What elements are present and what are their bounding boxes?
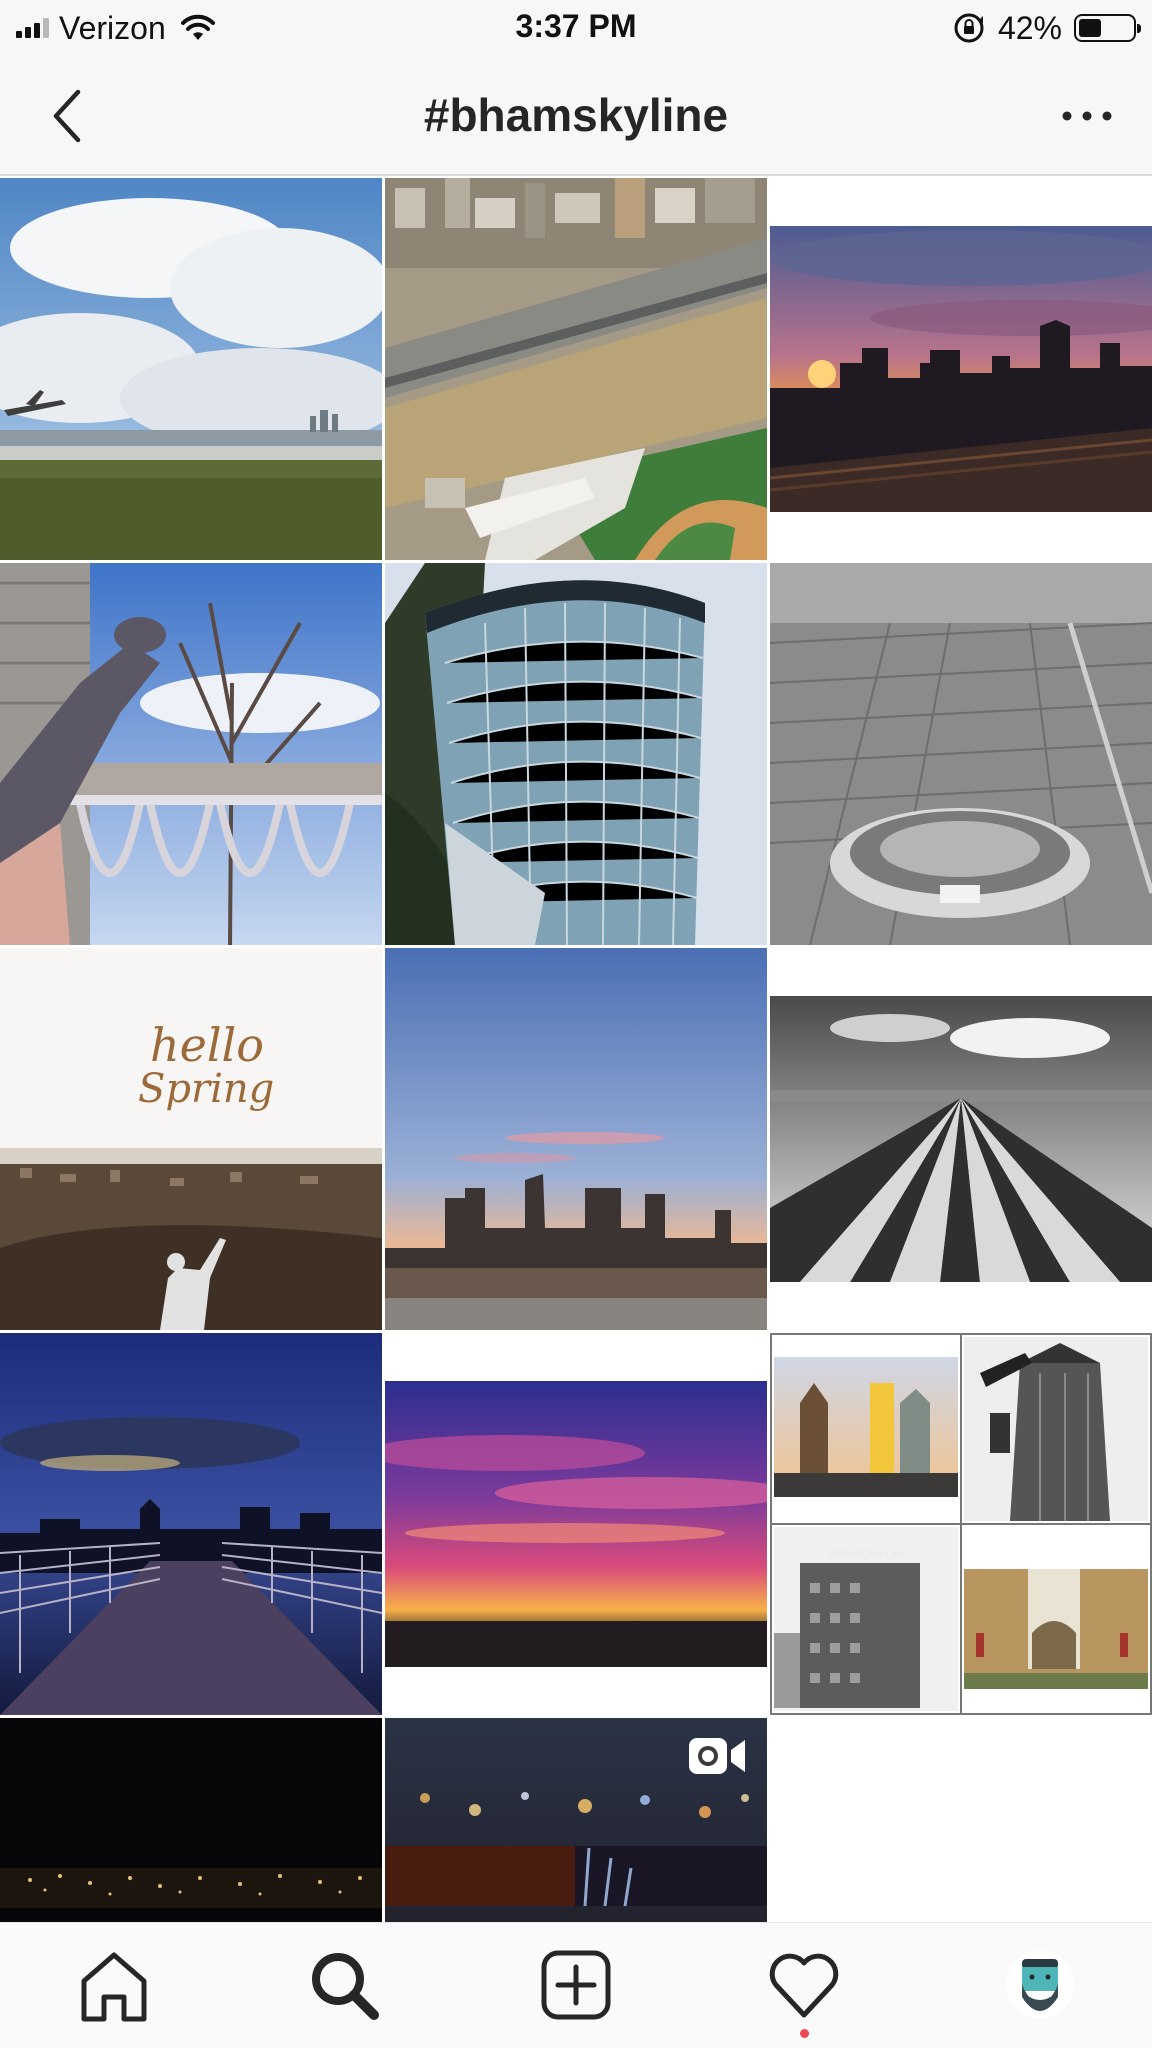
orientation-lock-icon — [954, 13, 984, 43]
search-icon[interactable] — [304, 1945, 384, 2025]
status-right-group: 42% — [952, 8, 1141, 48]
grid-post-purple-sunset[interactable] — [385, 1333, 767, 1715]
bottom-tab-bar — [0, 1922, 1152, 2048]
grid-post-sunset-skyline[interactable] — [770, 178, 1152, 560]
home-icon[interactable] — [74, 1945, 154, 2025]
heart-icon[interactable] — [764, 1945, 844, 2025]
profile-avatar-icon[interactable] — [1000, 1945, 1080, 2025]
more-options-icon[interactable] — [1058, 96, 1116, 136]
grid-post-glass-tower[interactable] — [385, 563, 767, 945]
grid-post-sepia-branches[interactable] — [770, 1718, 1152, 1922]
page-title: #bhamskyline — [423, 89, 729, 141]
grid-post-socks-balcony[interactable] — [0, 563, 382, 945]
new-post-plus-icon[interactable] — [536, 1945, 616, 2025]
overlay-spring-text: Spring — [138, 1066, 275, 1112]
hashtag-post-grid: hello Spring AMERICAN LIFE — [0, 178, 1152, 1922]
grid-post-building-collage[interactable]: AMERICAN LIFE — [770, 1333, 1152, 1715]
video-camera-icon — [689, 1738, 745, 1774]
grid-post-aerial-ballpark[interactable] — [385, 178, 767, 560]
collage-sign-text: AMERICAN LIFE — [830, 1549, 907, 1559]
activity-notification-dot — [800, 2029, 809, 2038]
grid-post-night-bridge[interactable] — [0, 1333, 382, 1715]
battery-icon — [1074, 14, 1141, 42]
grid-post-bokeh-video[interactable] — [385, 1718, 767, 1922]
battery-level — [1079, 19, 1101, 37]
grid-post-airplane-skyline[interactable] — [0, 178, 382, 560]
battery-percent: 42% — [997, 9, 1062, 46]
grid-post-bw-aerial-stadium[interactable] — [770, 563, 1152, 945]
grid-post-bw-bleachers[interactable] — [770, 948, 1152, 1330]
navigation-bar: #bhamskyline — [0, 58, 1152, 176]
grid-post-hello-spring[interactable]: hello Spring — [0, 948, 382, 1330]
overlay-hello-text: hello — [150, 1018, 264, 1072]
grid-post-dusk-skyline[interactable] — [385, 948, 767, 1330]
status-bar: Verizon 3:37 PM 42% — [0, 0, 1152, 58]
grid-post-city-lights-night[interactable] — [0, 1718, 382, 1922]
